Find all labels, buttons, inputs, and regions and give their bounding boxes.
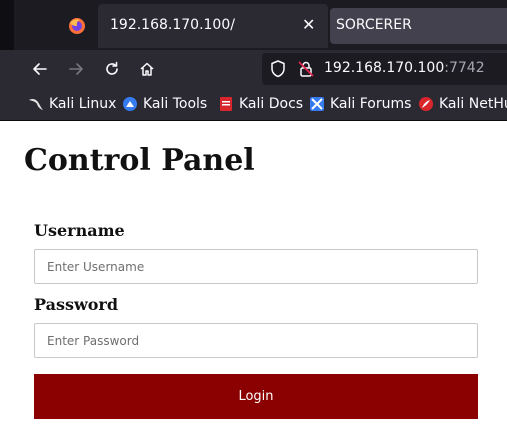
tab-bar: 192.168.170.100/ ✕ SORCERER [0,0,507,50]
url-host: 192.168.170.100 [324,60,445,76]
tab-active[interactable]: 192.168.170.100/ ✕ [98,4,328,48]
url-bar[interactable]: 192.168.170.100:7742 [262,53,507,85]
tab-title: 192.168.170.100/ [110,17,235,33]
reload-icon[interactable] [100,57,124,81]
username-label: Username [34,221,125,240]
bookmark-kali-docs[interactable]: Kali Docs [218,94,303,114]
shield-icon[interactable] [270,60,286,82]
login-button[interactable]: Login [34,374,478,419]
bookmark-kali-forums[interactable]: Kali Forums [309,94,411,114]
kali-docs-icon [218,96,234,112]
bookmark-label: Kali Docs [239,96,304,112]
bookmark-kali-tools[interactable]: Kali Tools [122,94,207,114]
kali-tools-icon [122,96,138,112]
bookmark-label: Kali NetHu [439,96,507,112]
home-icon[interactable] [135,57,159,81]
bookmark-label: Kali Linux [49,96,117,112]
insecure-lock-icon[interactable] [298,60,314,82]
password-label: Password [34,295,119,314]
bookmarks-toolbar: Kali Linux Kali Tools Kali Docs Kali For… [0,88,507,121]
kali-forums-icon [309,96,325,112]
password-input[interactable] [34,323,478,358]
bookmark-label: Kali Forums [330,96,412,112]
page-content: Control Panel Username Password Login [0,121,507,437]
tab-title: SORCERER [336,17,412,33]
close-icon[interactable]: ✕ [302,15,315,34]
page-title: Control Panel [24,143,255,178]
forward-arrow-icon[interactable] [64,57,88,81]
kali-dragon-icon [28,96,44,112]
bookmark-label: Kali Tools [143,96,208,112]
kali-nethunter-icon [418,96,434,112]
bookmark-kali-nethunter[interactable]: Kali NetHu [418,94,507,114]
url-text[interactable]: 192.168.170.100:7742 [324,60,485,76]
firefox-icon[interactable] [60,10,94,42]
back-arrow-icon[interactable] [28,57,52,81]
username-input[interactable] [34,249,478,284]
window-edge [0,0,14,50]
bookmark-kali-linux[interactable]: Kali Linux [28,94,116,114]
tab-sorcerer[interactable]: SORCERER [330,8,507,44]
url-port: :7742 [444,60,485,76]
navigation-toolbar: 192.168.170.100:7742 [0,50,507,88]
